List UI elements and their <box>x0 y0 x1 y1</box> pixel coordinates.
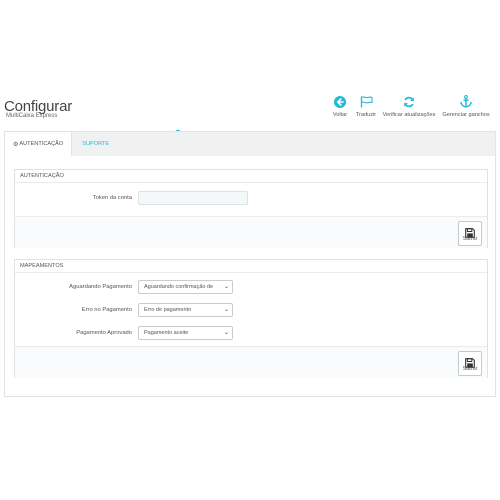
authentication-card-footer: Salvar <box>15 216 487 248</box>
token-label: Token da conta <box>92 195 132 201</box>
mapping-row-awaiting: Aguardando Pagamento Aguardando confirma… <box>15 280 487 294</box>
tab-authentication-label: AUTENTICAÇÃO <box>19 141 64 147</box>
manage-hooks-button[interactable]: Gerenciar ganchos <box>438 95 494 118</box>
chevron-down-icon: ⌄ <box>221 327 229 339</box>
config-panel: ⚙ AUTENTICAÇÃO SUPORTE AUTENTICAÇÃO Toke… <box>4 131 496 397</box>
chevron-down-icon: ⌄ <box>221 281 229 293</box>
payment-approved-label: Pagamento Aprovado <box>76 330 132 336</box>
chevron-down-icon: ⌄ <box>221 304 229 316</box>
tab-support[interactable]: SUPORTE <box>72 132 117 156</box>
floppy-disk-icon <box>465 355 475 368</box>
authentication-card-title: AUTENTICAÇÃO <box>15 170 487 183</box>
mapping-row-error: Erro no Pagamento Erro de pagamento ⌄ <box>15 303 487 317</box>
token-input[interactable] <box>138 191 248 205</box>
back-button[interactable]: Voltar <box>328 95 352 118</box>
check-updates-label: Verificar atualizações <box>382 112 436 118</box>
auth-save-label: Salvar <box>462 236 478 242</box>
auth-save-button[interactable]: Salvar <box>458 221 482 246</box>
mapping-card-footer: Salvar <box>15 346 487 378</box>
mapping-save-label: Salvar <box>462 366 478 372</box>
manage-hooks-label: Gerenciar ganchos <box>442 112 490 118</box>
floppy-disk-icon <box>465 225 475 238</box>
mapping-card: MAPEAMENTOS Aguardando Pagamento Aguarda… <box>14 259 488 378</box>
tab-content: AUTENTICAÇÃO Token da conta Salvar MAPEA… <box>5 156 495 396</box>
toolbar: Voltar Traduzir Verificar atualizações G… <box>328 95 494 118</box>
awaiting-payment-select[interactable]: Aguardando confirmação de ⌄ <box>138 280 233 294</box>
back-label: Voltar <box>332 112 348 118</box>
mapping-save-button[interactable]: Salvar <box>458 351 482 376</box>
payment-approved-select[interactable]: Pagamento aceite ⌄ <box>138 326 233 340</box>
tab-authentication[interactable]: ⚙ AUTENTICAÇÃO <box>5 132 73 156</box>
authentication-card: AUTENTICAÇÃO Token da conta Salvar <box>14 169 488 248</box>
translate-label: Traduzir <box>355 112 377 118</box>
mapping-row-approved: Pagamento Aprovado Pagamento aceite ⌄ <box>15 326 487 340</box>
payment-approved-value: Pagamento aceite <box>144 330 189 336</box>
token-row: Token da conta <box>15 191 487 205</box>
payment-error-select[interactable]: Erro de pagamento ⌄ <box>138 303 233 317</box>
refresh-icon <box>402 95 416 108</box>
page-subtitle: MultiCaixa Express <box>6 113 58 119</box>
arrow-left-circle-icon <box>333 95 347 108</box>
payment-error-value: Erro de pagamento <box>144 307 192 313</box>
flag-icon <box>359 95 373 108</box>
mapping-card-title: MAPEAMENTOS <box>15 260 487 273</box>
tab-support-label: SUPORTE <box>82 141 110 147</box>
anchor-icon <box>459 95 473 108</box>
tab-bar: ⚙ AUTENTICAÇÃO SUPORTE <box>5 132 117 156</box>
awaiting-payment-label: Aguardando Pagamento <box>69 284 132 290</box>
check-updates-button[interactable]: Verificar atualizações <box>380 95 438 118</box>
translate-button[interactable]: Traduzir <box>352 95 380 118</box>
awaiting-payment-value: Aguardando confirmação de <box>144 284 214 290</box>
gears-icon: ⚙ <box>13 141 19 148</box>
page-header: Configurar MultiCaixa Express Voltar Tra… <box>0 78 500 130</box>
payment-error-label: Erro no Pagamento <box>81 307 132 313</box>
